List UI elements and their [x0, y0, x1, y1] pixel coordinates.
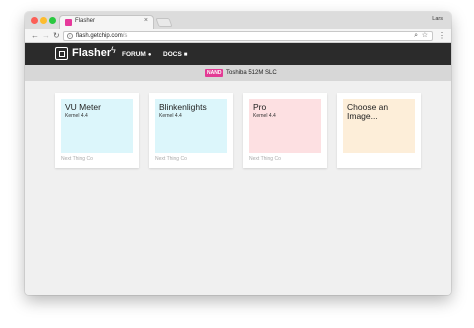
device-bar: NAND Toshiba 512M SLC [25, 65, 451, 81]
back-arrow-icon[interactable]: ← [31, 30, 39, 42]
new-tab-button[interactable] [155, 18, 173, 27]
nand-badge: NAND [205, 69, 224, 77]
close-window-button[interactable] [31, 17, 38, 24]
address-bar[interactable]: i flash.getchip.com/s ⌕ ☆ [63, 31, 433, 41]
card-kernel: Kernel 4.4 [65, 113, 88, 119]
nav-docs-link[interactable]: DOCS ■ [163, 51, 187, 58]
card-vendor: Next Thing Co [155, 156, 187, 162]
image-card-choose[interactable]: Choose an Image... [337, 93, 421, 168]
app-header: Flasher ϟ FORUM ● DOCS ■ [25, 43, 451, 65]
chip-logo-icon [55, 47, 68, 60]
favicon-icon [65, 19, 72, 26]
tab-strip: Flasher × Lars [25, 12, 451, 29]
tab-title: Flasher [75, 18, 96, 24]
card-vendor: Next Thing Co [249, 156, 281, 162]
nav-docs-label: DOCS [163, 51, 182, 58]
nav-forum-link[interactable]: FORUM ● [122, 51, 151, 58]
minimize-window-button[interactable] [40, 17, 47, 24]
forward-arrow-icon[interactable]: → [42, 30, 50, 42]
maximize-window-button[interactable] [49, 17, 56, 24]
browser-window: Flasher × Lars ← → ↻ i flash.getchip.com… [25, 12, 451, 295]
card-title: VU Meter [65, 102, 101, 112]
book-icon: ■ [183, 52, 188, 58]
card-thumbnail: Choose an Image... [343, 99, 415, 153]
card-title: Blinkenlights [159, 102, 207, 112]
tab-flasher[interactable]: Flasher × [59, 15, 154, 29]
browser-menu-icon[interactable]: ⋮ [438, 30, 446, 42]
url-text[interactable]: flash.getchip.com/s [76, 33, 127, 39]
card-title: Choose an Image... [347, 102, 389, 121]
image-card-blinkenlights[interactable]: Blinkenlights Kernel 4.4 Next Thing Co [149, 93, 233, 168]
nav-forum-label: FORUM [122, 51, 146, 58]
image-card-vu-meter[interactable]: VU Meter Kernel 4.4 Next Thing Co [55, 93, 139, 168]
tab-close-icon[interactable]: × [144, 17, 148, 24]
card-kernel: Kernel 4.4 [253, 113, 276, 119]
reload-icon[interactable]: ↻ [53, 30, 60, 42]
card-thumbnail: Pro Kernel 4.4 [249, 99, 321, 153]
card-kernel: Kernel 4.4 [159, 113, 182, 119]
brand-title[interactable]: Flasher [72, 47, 111, 59]
chat-icon: ● [147, 52, 152, 58]
device-name: Toshiba 512M SLC [226, 70, 277, 76]
card-thumbnail: Blinkenlights Kernel 4.4 [155, 99, 227, 153]
url-host: flash.getchip.com [76, 33, 123, 39]
bookmark-star-icon[interactable]: ☆ [422, 31, 428, 39]
image-card-pro[interactable]: Pro Kernel 4.4 Next Thing Co [243, 93, 327, 168]
lightning-bolt-icon: ϟ [111, 45, 116, 55]
url-path: /s [122, 33, 128, 39]
card-vendor: Next Thing Co [61, 156, 93, 162]
card-thumbnail: VU Meter Kernel 4.4 [61, 99, 133, 153]
search-icon[interactable]: ⌕ [414, 32, 418, 40]
browser-toolbar: ← → ↻ i flash.getchip.com/s ⌕ ☆ ⋮ [25, 29, 451, 43]
image-selection-area: VU Meter Kernel 4.4 Next Thing Co Blinke… [25, 81, 451, 295]
profile-name[interactable]: Lars [432, 16, 443, 22]
card-title: Pro [253, 102, 267, 112]
info-icon[interactable]: i [67, 33, 73, 39]
